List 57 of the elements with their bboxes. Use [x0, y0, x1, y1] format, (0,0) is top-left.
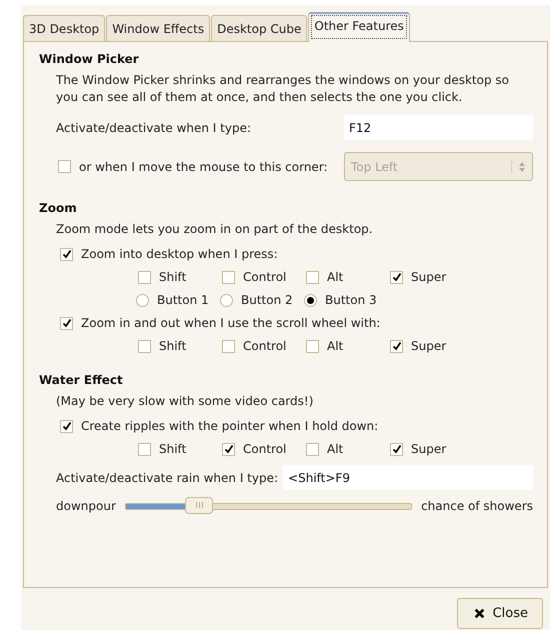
checkbox-label: Create ripples with the pointer when I hold down:	[81, 419, 378, 433]
checkbox-label: Control	[243, 270, 286, 284]
tab[interactable]: Window Effects	[106, 15, 210, 41]
checkbox[interactable]	[138, 442, 151, 456]
checkbox-label: Control	[243, 442, 286, 456]
section-title: Zoom	[39, 201, 78, 215]
close-icon	[474, 608, 485, 619]
field-label: Activate/deactivate when I type:	[56, 120, 252, 134]
checkbox-label: Shift	[159, 270, 186, 284]
checkbox-label: Shift	[159, 442, 186, 456]
section-title: Window Picker	[39, 52, 140, 66]
checkbox[interactable]	[306, 442, 319, 456]
spinner-arrows-icon	[511, 160, 526, 172]
checkbox-label: Zoom in and out when I use the scroll wheel with:	[81, 316, 380, 330]
radio-label: Button 2	[241, 293, 293, 307]
tab[interactable]: 3D Desktop	[23, 15, 106, 41]
checkbox[interactable]	[222, 340, 235, 352]
slider-thumb[interactable]	[185, 496, 214, 514]
checkbox[interactable]	[138, 340, 151, 352]
checkbox-label: or when I move the mouse to this corner:	[79, 160, 328, 174]
checkbox-label: Super	[411, 442, 446, 456]
description-text: Zoom mode lets you zoom in on part of the desktop.	[56, 221, 374, 238]
checkbox[interactable]	[222, 442, 235, 456]
checkbox-label: Alt	[327, 442, 344, 456]
checkbox[interactable]	[138, 270, 151, 284]
checkbox[interactable]	[390, 442, 403, 456]
checkbox-label: Control	[243, 339, 286, 353]
slider-label: downpour	[56, 499, 116, 513]
shortcut-field[interactable]: <Shift>F9	[283, 465, 533, 490]
checkbox[interactable]	[306, 340, 319, 352]
checkbox[interactable]	[222, 270, 235, 284]
close-button[interactable]: Close	[456, 598, 543, 629]
checkbox-label: Super	[411, 339, 446, 353]
checkbox[interactable]	[60, 420, 73, 432]
radio-button[interactable]	[136, 294, 149, 306]
checkbox[interactable]	[390, 340, 403, 352]
radio-label: Button 1	[157, 293, 209, 307]
radio-button[interactable]	[304, 294, 317, 306]
checkbox[interactable]	[60, 316, 73, 330]
radio-label: Button 3	[325, 293, 377, 307]
slider-label: chance of showers	[421, 499, 533, 513]
checkbox[interactable]	[306, 270, 319, 284]
checkbox-label: Shift	[159, 339, 186, 353]
description-text: The Window Picker shrinks and rearranges the windows on your desktop so you can see all of them at once, and then selects the one you click.	[56, 72, 510, 106]
description-text: (May be very slow with some video cards!)	[56, 393, 314, 410]
field-label: Activate/deactivate rain when I type:	[56, 470, 278, 484]
checkbox-label: Zoom into desktop when I press:	[81, 247, 278, 261]
tab[interactable]: Other Features	[308, 12, 410, 42]
checkbox-label: Alt	[327, 339, 344, 353]
checkbox-label: Super	[411, 270, 446, 284]
checkbox[interactable]	[60, 248, 73, 260]
checkbox-label: Alt	[327, 270, 344, 284]
section-title: Water Effect	[39, 373, 124, 387]
shortcut-field[interactable]: F12	[344, 115, 533, 140]
tab[interactable]: Desktop Cube	[211, 15, 308, 41]
checkbox[interactable]	[390, 270, 403, 284]
radio-button[interactable]	[220, 294, 233, 306]
